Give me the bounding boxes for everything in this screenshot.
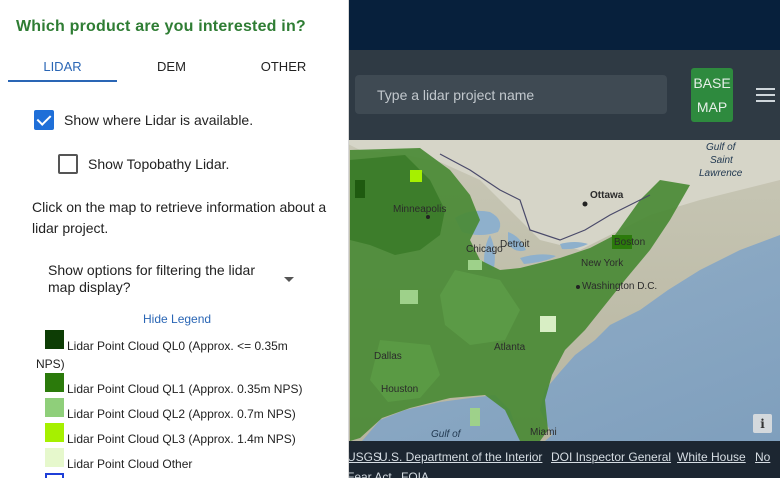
active-tab-indicator <box>8 80 117 82</box>
map-label-gulf-st-lawrence-3: Lawrence <box>699 168 743 179</box>
lidar-project-search-input[interactable] <box>355 75 667 114</box>
map-instructions: Click on the map to retrieve information… <box>32 199 327 236</box>
lidar-ql0-patch <box>355 180 365 198</box>
map-label-boston: Boston <box>614 237 646 248</box>
lidar-ql2-patch-3 <box>470 408 480 426</box>
map-label-gulf-st-lawrence-2: Saint <box>710 155 733 166</box>
minneapolis-marker <box>426 215 430 219</box>
show-topobathy-checkbox[interactable] <box>58 154 78 174</box>
show-lidar-label[interactable]: Show where Lidar is available. <box>64 112 253 128</box>
map-label-houston: Houston <box>381 384 419 395</box>
map-label-washington: Washington D.C. <box>582 281 658 292</box>
map-label-minneapolis: Minneapolis <box>393 204 447 215</box>
map-label-chicago: Chicago <box>466 244 503 255</box>
show-topobathy-label[interactable]: Show Topobathy Lidar. <box>88 156 229 172</box>
footer-link-usgs[interactable]: USGS <box>347 450 381 464</box>
legend-swatch-ql2 <box>45 398 64 417</box>
map-label-detroit: Detroit <box>500 239 530 250</box>
footer-link-doi-ig[interactable]: DOI Inspector General <box>551 450 671 464</box>
map-label-ottawa: Ottawa <box>590 190 624 201</box>
product-side-panel: Which product are you interested in? LID… <box>0 0 349 478</box>
filter-options-dropdown[interactable]: Show options for filtering the lidar map… <box>48 262 273 296</box>
lidar-other-patch <box>540 316 556 332</box>
legend-swatch-ql0 <box>45 330 64 349</box>
lidar-ql3-patch <box>410 170 422 182</box>
basemap-button-line2: MAP <box>696 99 728 115</box>
legend-swatch-outline <box>45 473 64 478</box>
ottawa-marker <box>582 201 588 207</box>
map-info-button[interactable]: i <box>753 414 772 433</box>
legend-swatch-ql3 <box>45 423 64 442</box>
hamburger-menu-icon[interactable] <box>756 88 775 102</box>
legend-label-ql0-line2: NPS) <box>36 357 65 371</box>
hide-legend-link[interactable]: Hide Legend <box>143 312 211 326</box>
lidar-ql2-patch <box>400 290 418 304</box>
legend-label-ql3: Lidar Point Cloud QL3 (Approx. 1.4m NPS) <box>67 432 296 446</box>
legend-label-ql1: Lidar Point Cloud QL1 (Approx. 0.35m NPS… <box>67 382 303 396</box>
map-label-dallas: Dallas <box>374 351 402 362</box>
tab-other[interactable]: OTHER <box>229 59 338 74</box>
tab-lidar[interactable]: LIDAR <box>8 59 117 74</box>
legend-swatch-other <box>45 448 64 467</box>
map-label-miami: Miami <box>530 427 557 438</box>
footer-link-no-fear-act-1[interactable]: No <box>755 450 770 464</box>
footer-link-foia[interactable]: FOIA <box>401 470 429 478</box>
footer-link-doi[interactable]: U.S. Department of the Interior <box>379 450 542 464</box>
panel-title: Which product are you interested in? <box>16 18 306 35</box>
map-label-new-york: New York <box>581 258 624 269</box>
map-label-gulf-of: Gulf of <box>431 429 461 440</box>
map-label-atlanta: Atlanta <box>494 342 526 353</box>
chevron-down-icon[interactable] <box>284 277 294 282</box>
map-label-gulf-st-lawrence-1: Gulf of <box>706 142 736 153</box>
footer-link-white-house[interactable]: White House <box>677 450 746 464</box>
legend-label-other: Lidar Point Cloud Other <box>67 457 193 471</box>
show-lidar-checkbox[interactable] <box>34 110 54 130</box>
tab-dem[interactable]: DEM <box>117 59 226 74</box>
legend-swatch-ql1 <box>45 373 64 392</box>
washington-marker <box>576 285 580 289</box>
legend-label-ql0: Lidar Point Cloud QL0 (Approx. <= 0.35m <box>67 339 288 353</box>
basemap-button-line1: BASE <box>693 75 731 91</box>
legend-label-ql2: Lidar Point Cloud QL2 (Approx. 0.7m NPS) <box>67 407 296 421</box>
footer-link-no-fear-act-2[interactable]: Fear Act <box>347 470 392 478</box>
lidar-ql2-patch-2 <box>468 260 482 270</box>
basemap-button[interactable]: BASE MAP <box>691 68 733 122</box>
